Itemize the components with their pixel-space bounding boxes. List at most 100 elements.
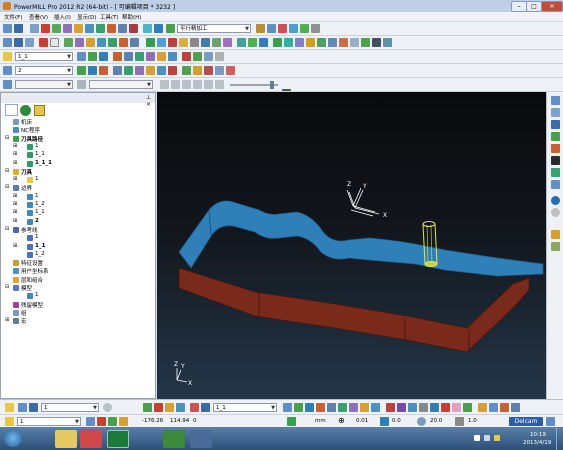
tool-check-icon[interactable]: [135, 66, 144, 75]
menu-view[interactable]: 查看(V): [29, 13, 48, 21]
expand-icon[interactable]: ⊞: [13, 193, 17, 199]
block-icon[interactable]: [52, 24, 61, 33]
macro-run-icon[interactable]: [489, 403, 498, 412]
snap-icon[interactable]: [350, 38, 359, 47]
export-icon[interactable]: [339, 38, 348, 47]
new-icon[interactable]: [50, 38, 59, 47]
pattern-grid-icon[interactable]: [29, 403, 38, 412]
graphics-viewport[interactable]: Z Y X Z Y X: [157, 92, 546, 399]
macro-record-icon[interactable]: [478, 403, 487, 412]
sim-start-icon[interactable]: [204, 80, 213, 89]
help-icon[interactable]: [311, 24, 320, 33]
level-lock-icon[interactable]: [97, 417, 106, 426]
sim-speed-thumb[interactable]: [270, 81, 274, 89]
visibility-icon[interactable]: [201, 38, 210, 47]
feature-hole-icon[interactable]: [397, 403, 406, 412]
taskbar-browser-icon[interactable]: [80, 430, 102, 448]
boundary-create-icon[interactable]: [107, 24, 116, 33]
menu-insert[interactable]: 插入(I): [54, 13, 71, 21]
tool-speed-icon[interactable]: [157, 66, 166, 75]
view-section-icon[interactable]: [551, 242, 560, 251]
pattern-tool-icon[interactable]: [5, 403, 14, 412]
toolpath-draw-icon[interactable]: [88, 52, 97, 61]
workplane-list-icon[interactable]: [371, 403, 380, 412]
panel-pin-icon[interactable]: ⊥ ×: [146, 94, 155, 108]
boundary-calc-icon[interactable]: [176, 403, 185, 412]
view-iso1-icon[interactable]: [551, 132, 560, 141]
close-project-icon[interactable]: [39, 38, 48, 47]
toolpath-create-icon[interactable]: [96, 24, 105, 33]
tool-note-icon[interactable]: [193, 66, 202, 75]
view-side-icon[interactable]: [119, 38, 128, 47]
rapid-move-icon[interactable]: [63, 24, 72, 33]
tool-list-icon[interactable]: [215, 66, 224, 75]
tray-network-icon[interactable]: [474, 435, 480, 441]
expand-icon[interactable]: ⊞: [13, 160, 17, 166]
view-zoom-out-icon[interactable]: [551, 108, 560, 117]
measure-icon[interactable]: [223, 38, 232, 47]
mirror-icon[interactable]: [248, 38, 257, 47]
tool-feed-icon[interactable]: [146, 66, 155, 75]
menu-tools[interactable]: 工具(T): [100, 13, 119, 21]
expand-icon[interactable]: ⊞: [13, 143, 17, 149]
close-button[interactable]: ✕: [541, 1, 563, 12]
expand-icon[interactable]: ⊞: [13, 201, 17, 207]
feature-boss-icon[interactable]: [419, 403, 428, 412]
tool-warning-icon[interactable]: [226, 66, 235, 75]
view-iso2-icon[interactable]: [551, 144, 560, 153]
sim-step-select[interactable]: ▼: [89, 80, 153, 89]
save-icon[interactable]: [14, 24, 23, 33]
tray-flag-icon[interactable]: [494, 435, 500, 441]
sim-step-back-icon[interactable]: [182, 80, 191, 89]
view-render-icon[interactable]: [551, 208, 560, 217]
taskbar-explorer-icon[interactable]: [55, 430, 77, 448]
wireframe-icon[interactable]: [157, 38, 166, 47]
level-add-icon[interactable]: [119, 417, 128, 426]
menu-file[interactable]: 文件(F): [4, 13, 22, 21]
nc-program-icon[interactable]: [154, 24, 163, 33]
macro-step-icon[interactable]: [500, 403, 509, 412]
view-xy-icon[interactable]: [551, 180, 560, 189]
sim-option-icon[interactable]: [77, 80, 86, 89]
toolpath-point-icon[interactable]: [168, 52, 177, 61]
maximize-button[interactable]: □: [526, 1, 542, 12]
font-icon[interactable]: [372, 38, 381, 47]
sim-object-select[interactable]: ▼: [15, 80, 73, 89]
toolpath-select[interactable]: 1_1 ▼: [15, 52, 73, 61]
view-iso-icon[interactable]: [130, 38, 139, 47]
report-icon[interactable]: [383, 38, 392, 47]
view-iso4-icon[interactable]: [551, 168, 560, 177]
boundary-tool-icon[interactable]: [143, 403, 152, 412]
view-top-icon[interactable]: [97, 38, 106, 47]
pattern-option-icon[interactable]: [103, 403, 112, 412]
settings-icon[interactable]: [256, 24, 265, 33]
show-desktop-button[interactable]: [556, 427, 563, 450]
workplane-edit-icon[interactable]: [349, 403, 358, 412]
tool-holder-icon[interactable]: [99, 66, 108, 75]
workplane-copy-icon[interactable]: [327, 403, 336, 412]
surface-icon[interactable]: [284, 38, 293, 47]
toolpath-stat-icon[interactable]: [215, 52, 224, 61]
toolpath-reorder-icon[interactable]: [135, 52, 144, 61]
view-iso3-icon[interactable]: [551, 156, 560, 165]
level-visible-icon[interactable]: [86, 417, 95, 426]
text-icon[interactable]: [306, 38, 315, 47]
toolpath-split-icon[interactable]: [146, 52, 155, 61]
level-icon[interactable]: [5, 417, 14, 426]
tab-explorer[interactable]: [5, 104, 18, 116]
toolpath-verify-icon[interactable]: [193, 52, 202, 61]
transform-icon[interactable]: [259, 38, 268, 47]
copy-icon[interactable]: [289, 24, 298, 33]
section-icon[interactable]: [237, 38, 246, 47]
collapse-icon[interactable]: ⊟: [5, 226, 9, 232]
feature-tb-icon[interactable]: [386, 403, 395, 412]
zoom-icon[interactable]: [64, 38, 73, 47]
menu-display[interactable]: 显示(D): [77, 13, 97, 21]
select-icon[interactable]: [212, 38, 221, 47]
minimize-button[interactable]: –: [511, 1, 527, 12]
workplane-rotate-icon[interactable]: [316, 403, 325, 412]
toolpath-active-icon[interactable]: [3, 52, 12, 61]
tool-draw-icon[interactable]: [88, 66, 97, 75]
boundary-color-icon[interactable]: [190, 403, 199, 412]
expand-icon[interactable]: ⊞: [13, 209, 17, 215]
